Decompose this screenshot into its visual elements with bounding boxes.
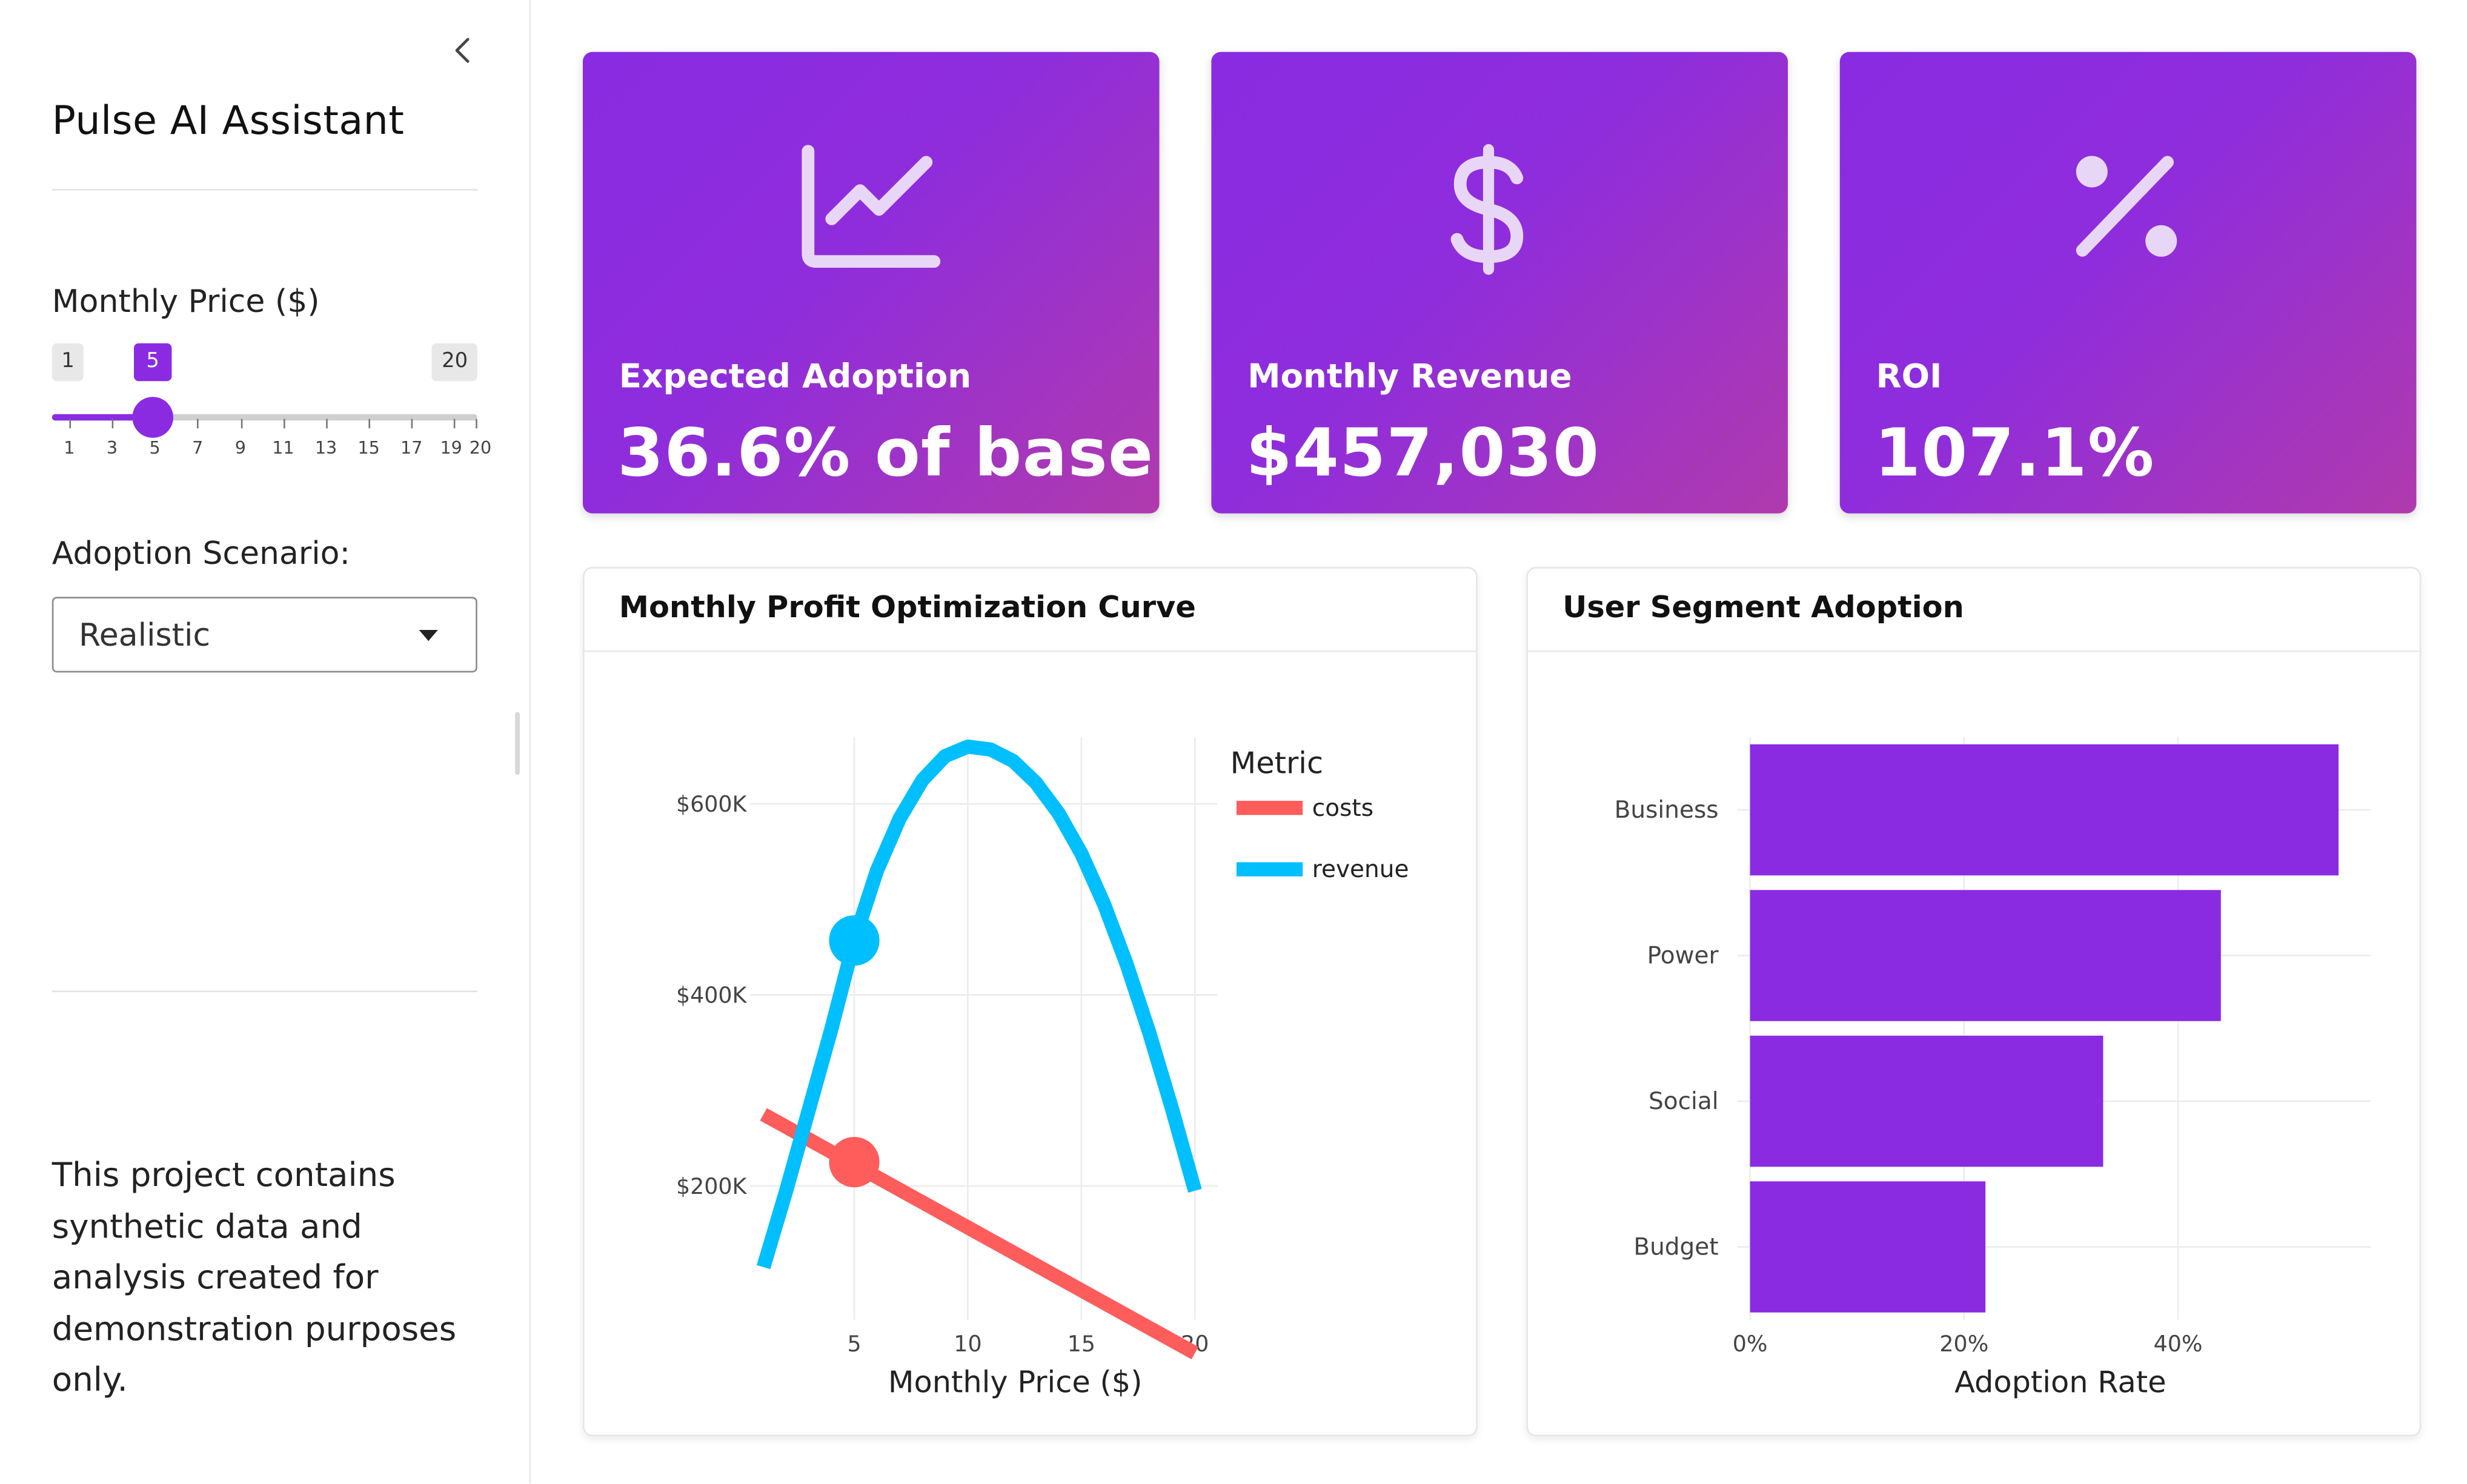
slider-tick-label: 3 (106, 437, 118, 459)
y-tick-label: Budget (1633, 1234, 1718, 1261)
x-tick-label: 5 (847, 1331, 861, 1357)
series-line-costs (760, 1108, 1199, 1360)
kpi-card-roi: ROI 107.1% (1839, 51, 2417, 514)
x-tick-label: 40% (2154, 1331, 2203, 1357)
costs-highlight-point (829, 1136, 880, 1188)
slider-tick (240, 419, 242, 429)
y-tick-label: $600K (676, 791, 748, 817)
slider-tick (198, 419, 199, 429)
kpi-value: $457,030 (1246, 414, 1600, 492)
x-axis-label: Monthly Price ($) (888, 1364, 1143, 1399)
card-title: Monthly Profit Optimization Curve (619, 590, 1196, 626)
dollar-icon (1450, 144, 1524, 275)
slider-tick-label: 17 (400, 437, 423, 459)
slider-min-label: 1 (51, 343, 84, 382)
chart-line-icon (802, 145, 941, 268)
x-tick-label: 0% (1733, 1331, 1768, 1357)
slider-tick (454, 419, 456, 429)
app-title: Pulse AI Assistant (51, 98, 405, 144)
legend-label-revenue: revenue (1312, 856, 1409, 883)
y-tick-label: Power (1647, 942, 1719, 970)
slider-tick-label: 20 (469, 437, 492, 459)
sidebar: Pulse AI Assistant Monthly Price ($) 1 5… (0, 0, 531, 1484)
kpi-card-adoption: Expected Adoption 36.6% of base (582, 51, 1160, 514)
slider-tick-label: 5 (149, 437, 161, 459)
y-tick-label: Social (1649, 1088, 1719, 1115)
slider-tick (368, 419, 371, 429)
kpi-value: 107.1% (1874, 414, 2155, 492)
slider-tick (476, 419, 477, 429)
sidebar-divider-lower (51, 990, 477, 992)
scenario-label: Adoption Scenario: (51, 534, 351, 572)
x-tick-label: 15 (1067, 1331, 1095, 1357)
slider-tick-label: 19 (440, 437, 462, 459)
kpi-label: ROI (1876, 357, 1942, 396)
slider-tick (283, 419, 285, 429)
y-tick-label: Business (1615, 797, 1719, 824)
disclaimer-text: This project contains synthetic data and… (51, 1156, 457, 1399)
slider-tick-label: 11 (272, 437, 294, 459)
slider-tick (326, 419, 328, 429)
sidebar-resize-handle[interactable] (515, 712, 520, 775)
kpi-card-revenue: Monthly Revenue $457,030 (1211, 51, 1788, 514)
legend-title: Metric (1230, 746, 1324, 781)
y-tick-label: $200K (676, 1173, 748, 1199)
bar-budget (1750, 1181, 1986, 1313)
profit-chart-card: Monthly Profit Optimization Curve 5 10 15 2… (582, 566, 1478, 1437)
slider-max-label: 20 (432, 343, 477, 382)
revenue-highlight-point (829, 915, 880, 966)
slider-tick (112, 419, 114, 429)
x-tick-label: 20% (1939, 1331, 1988, 1357)
chevron-left-icon (455, 38, 470, 63)
slider-tick (411, 419, 413, 429)
x-axis-label: Adoption Rate (1954, 1364, 2166, 1399)
kpi-label: Expected Adoption (619, 357, 972, 396)
scenario-select[interactable]: Realistic (51, 597, 477, 673)
card-title: User Segment Adoption (1562, 590, 1964, 626)
slider-ticks: 1 3 5 7 9 11 13 15 17 19 20 (52, 419, 491, 466)
sidebar-divider (51, 189, 477, 191)
kpi-label: Monthly Revenue (1247, 357, 1572, 396)
slider-tick (69, 419, 71, 429)
caret-down-icon (419, 630, 438, 641)
profit-chart: 5 10 15 20$200K$400K$600KMonthly Price ($)M… (676, 737, 1409, 1399)
legend-label-costs: costs (1312, 795, 1373, 822)
slider-tick-label: 1 (64, 437, 75, 459)
slider-thumb[interactable] (132, 397, 173, 438)
slider-tick-label: 15 (357, 437, 380, 459)
y-tick-label: $400K (676, 982, 748, 1009)
bar-business (1750, 744, 2339, 876)
segment-chart-card: User Segment Adoption 0% 20% 40% Business Po… (1526, 566, 2422, 1437)
card-header: User Segment Adoption (1528, 569, 2420, 652)
collapse-sidebar-button[interactable] (446, 31, 480, 69)
series-line-revenue (757, 739, 1202, 1270)
card-header: Monthly Profit Optimization Curve (584, 569, 1476, 652)
slider-value-label: 5 (133, 343, 172, 382)
slider-tick-label: 9 (234, 437, 246, 459)
price-label: Monthly Price ($) (51, 282, 320, 320)
scenario-select-value: Realistic (79, 615, 211, 654)
x-tick-label: 10 (954, 1331, 981, 1357)
slider-tick-label: 7 (192, 437, 204, 459)
kpi-value: 36.6% of base (617, 414, 1154, 492)
bar-social (1750, 1035, 2103, 1167)
percent-icon (2076, 156, 2177, 257)
bar-power (1750, 890, 2221, 1021)
price-slider[interactable]: 1 5 20 1 3 5 7 9 11 13 15 17 19 20 (51, 343, 491, 469)
slider-tick-label: 13 (314, 437, 337, 459)
segment-chart: 0% 20% 40% Business Power Social Budget Adoptio… (1615, 737, 2371, 1399)
